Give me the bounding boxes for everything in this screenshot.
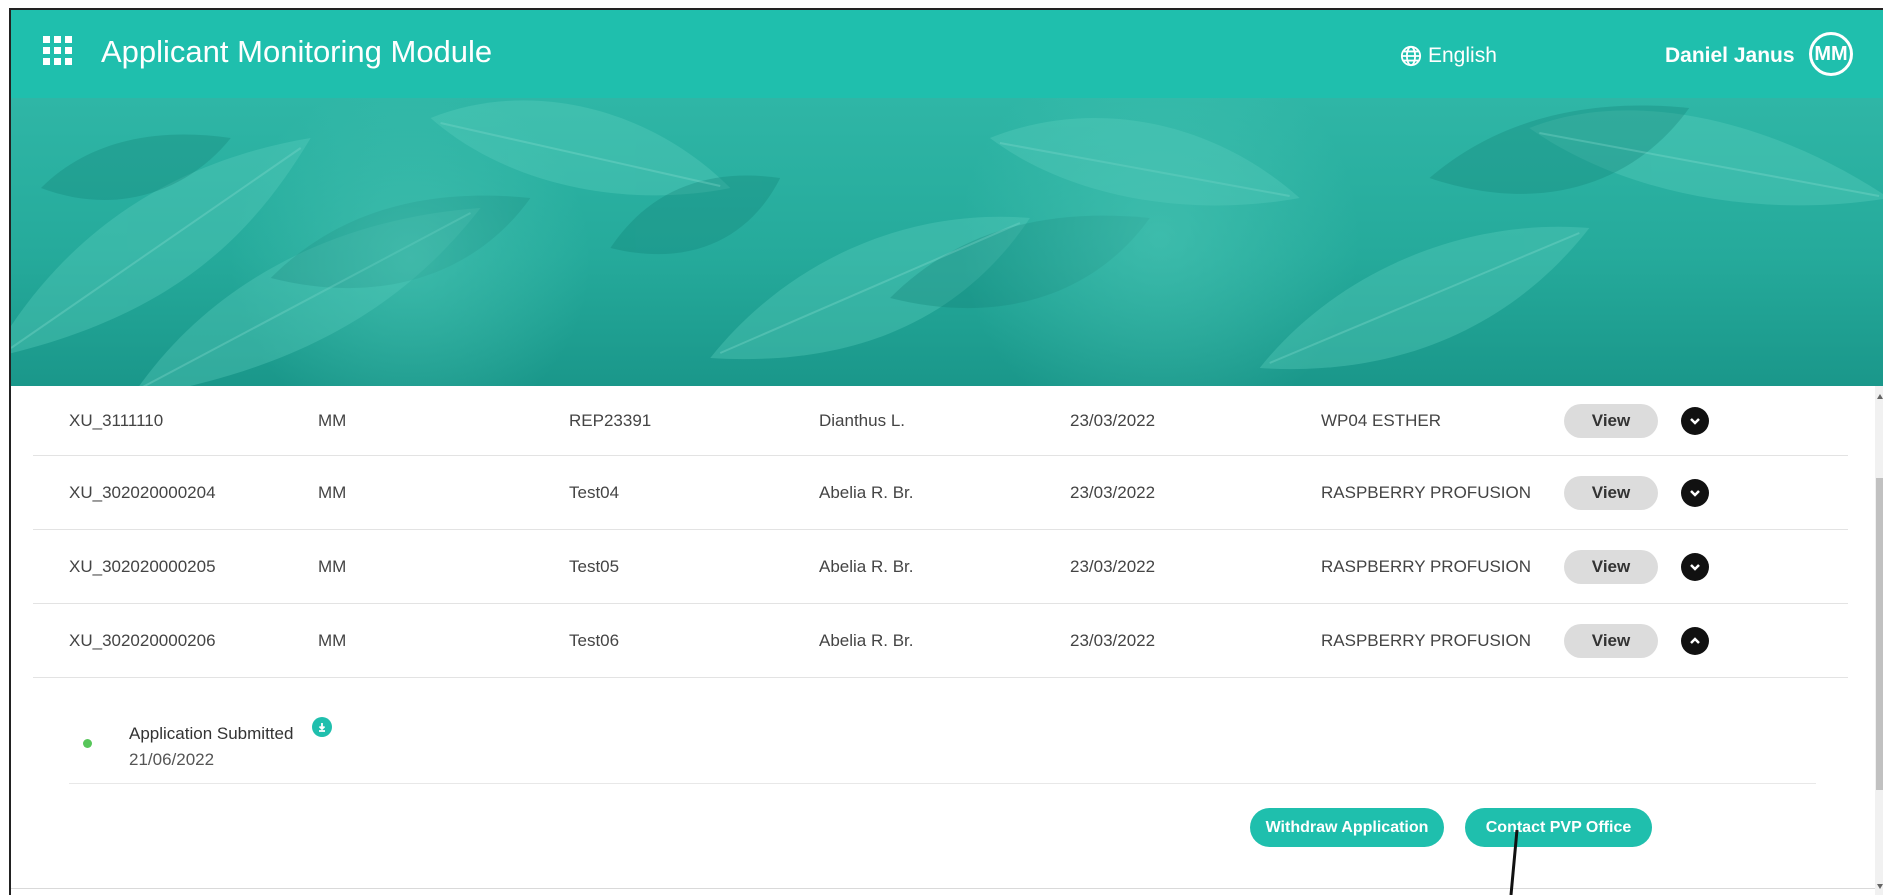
applications-table: XU_3111110 MM REP23391 Dianthus L. 23/03… xyxy=(33,386,1848,678)
scroll-down-arrow-icon[interactable] xyxy=(1877,884,1883,889)
app-title: Applicant Monitoring Module xyxy=(101,34,493,69)
date: 23/03/2022 xyxy=(1070,630,1156,650)
species: Dianthus L. xyxy=(819,410,905,430)
reference: Test04 xyxy=(569,482,620,502)
reference: Test05 xyxy=(569,556,620,576)
application-id: XU_3111110 xyxy=(69,410,164,430)
species: Abelia R. Br. xyxy=(819,482,914,502)
view-button[interactable]: View xyxy=(1564,623,1658,658)
language-selector[interactable]: English xyxy=(1400,44,1497,68)
date: 23/03/2022 xyxy=(1070,556,1156,576)
table-row: XU_3111110 MM REP23391 Dianthus L. 23/03… xyxy=(33,386,1848,456)
date: 23/03/2022 xyxy=(1070,410,1156,430)
applicant-code: MM xyxy=(318,630,347,650)
applicant-code: MM xyxy=(318,482,347,502)
expand-chevron-down-icon[interactable] xyxy=(1681,478,1709,507)
user-name[interactable]: Daniel Janus xyxy=(1665,44,1795,68)
divider xyxy=(11,888,1875,889)
variety: RASPBERRY PROFUSION xyxy=(1321,630,1532,650)
top-bar: Applicant Monitoring Module English Dani… xyxy=(11,10,1883,98)
application-id: XU_302020000205 xyxy=(69,556,216,576)
application-id: XU_302020000206 xyxy=(69,630,216,650)
applications-panel: XU_3111110 MM REP23391 Dianthus L. 23/03… xyxy=(11,386,1875,895)
avatar[interactable]: MM xyxy=(1809,32,1853,76)
language-label: English xyxy=(1428,44,1497,67)
reference: REP23391 xyxy=(569,410,652,430)
expand-chevron-down-icon[interactable] xyxy=(1681,406,1709,435)
scrollbar-thumb[interactable] xyxy=(1876,478,1883,790)
variety: RASPBERRY PROFUSION xyxy=(1321,482,1532,502)
applicant-code: MM xyxy=(318,410,347,430)
species: Abelia R. Br. xyxy=(819,630,914,650)
table-row: XU_302020000204 MM Test04 Abelia R. Br. … xyxy=(33,456,1848,530)
status-dot-icon xyxy=(83,739,92,748)
view-button[interactable]: View xyxy=(1564,549,1658,584)
globe-icon xyxy=(1400,45,1422,67)
status-label: Application Submitted xyxy=(129,724,294,743)
date: 23/03/2022 xyxy=(1070,482,1156,502)
withdraw-application-button[interactable]: Withdraw Application xyxy=(1250,808,1444,847)
expand-chevron-down-icon[interactable] xyxy=(1681,552,1709,581)
vertical-scrollbar[interactable] xyxy=(1875,386,1883,895)
application-id: XU_302020000204 xyxy=(69,482,216,502)
status-date: 21/06/2022 xyxy=(129,750,215,769)
apps-grid-icon[interactable] xyxy=(43,36,73,66)
application-detail-panel: Application Submitted 21/06/2022 Withdra… xyxy=(33,680,1848,850)
download-icon[interactable] xyxy=(312,717,332,737)
view-button[interactable]: View xyxy=(1564,475,1658,510)
view-button[interactable]: View xyxy=(1564,403,1658,438)
scroll-up-arrow-icon[interactable] xyxy=(1877,394,1883,399)
leaf-banner-image xyxy=(11,98,1883,386)
variety: RASPBERRY PROFUSION xyxy=(1321,556,1532,576)
table-row: XU_302020000205 MM Test05 Abelia R. Br. … xyxy=(33,530,1848,604)
collapse-chevron-up-icon[interactable] xyxy=(1681,626,1709,655)
applicant-code: MM xyxy=(318,556,347,576)
app-window: Applicant Monitoring Module English Dani… xyxy=(9,8,1883,895)
variety: WP04 ESTHER xyxy=(1321,410,1441,430)
table-row: XU_302020000206 MM Test06 Abelia R. Br. … xyxy=(33,604,1848,678)
species: Abelia R. Br. xyxy=(819,556,914,576)
contact-pvp-office-button[interactable]: Contact PVP Office xyxy=(1465,808,1652,847)
divider xyxy=(69,783,1816,784)
reference: Test06 xyxy=(569,630,620,650)
